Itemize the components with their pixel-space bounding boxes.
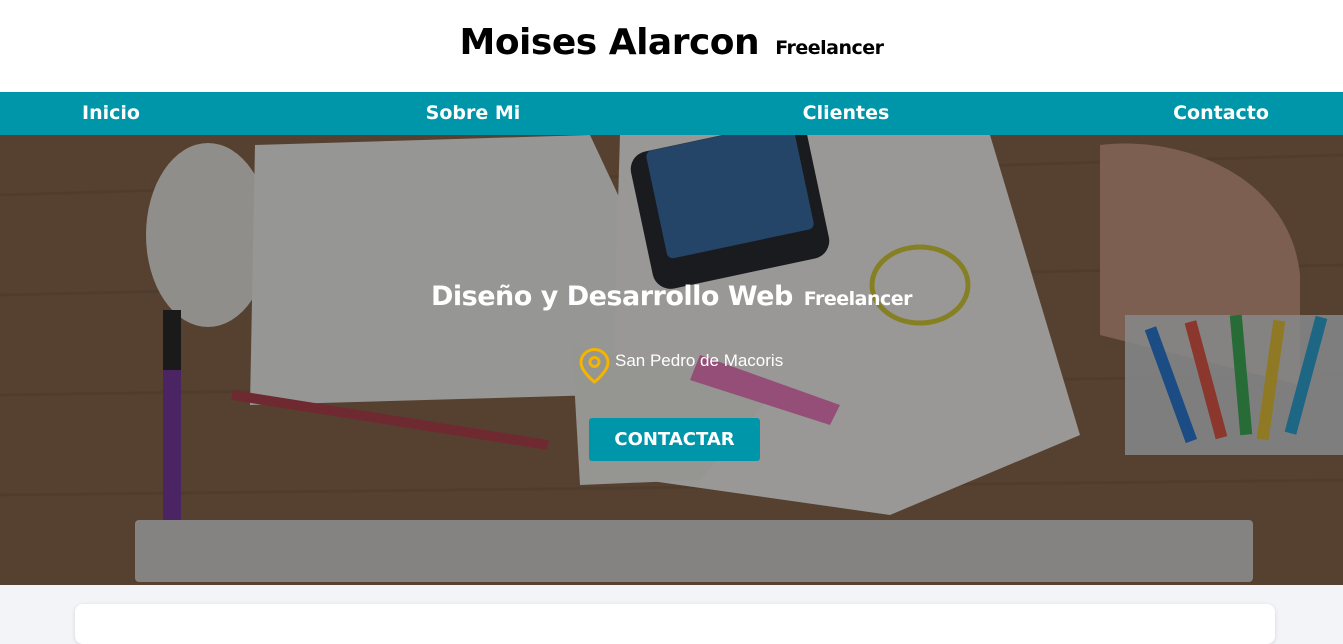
hero-content: Diseño y Desarrollo Web Freelancer San P…	[0, 135, 1343, 585]
nav-link-inicio[interactable]: Inicio	[82, 92, 140, 135]
main-nav: Inicio Sobre Mi Clientes Contacto	[0, 92, 1343, 135]
hero-heading: Diseño y Desarrollo Web Freelancer	[0, 281, 1343, 312]
nav-link-sobre-mi[interactable]: Sobre Mi	[426, 92, 521, 135]
nav-link-clientes[interactable]: Clientes	[803, 92, 890, 135]
contact-cta-button[interactable]: CONTACTAR	[589, 418, 760, 461]
nav-link-contacto[interactable]: Contacto	[1173, 92, 1269, 135]
content-card	[75, 604, 1275, 644]
location-pin-icon	[578, 347, 611, 385]
hero-section: Diseño y Desarrollo Web Freelancer San P…	[0, 135, 1343, 585]
site-title: Moises Alarcon Freelancer	[459, 21, 885, 63]
site-title-name: Moises Alarcon	[459, 21, 760, 63]
hero-location: San Pedro de Macoris	[578, 347, 783, 387]
location-text: San Pedro de Macoris	[615, 351, 784, 370]
hero-heading-sub: Freelancer	[803, 288, 913, 310]
site-title-subtitle: Freelancer	[775, 36, 884, 59]
hero-heading-main: Diseño y Desarrollo Web	[430, 281, 793, 312]
site-header: Moises Alarcon Freelancer	[0, 0, 1343, 92]
